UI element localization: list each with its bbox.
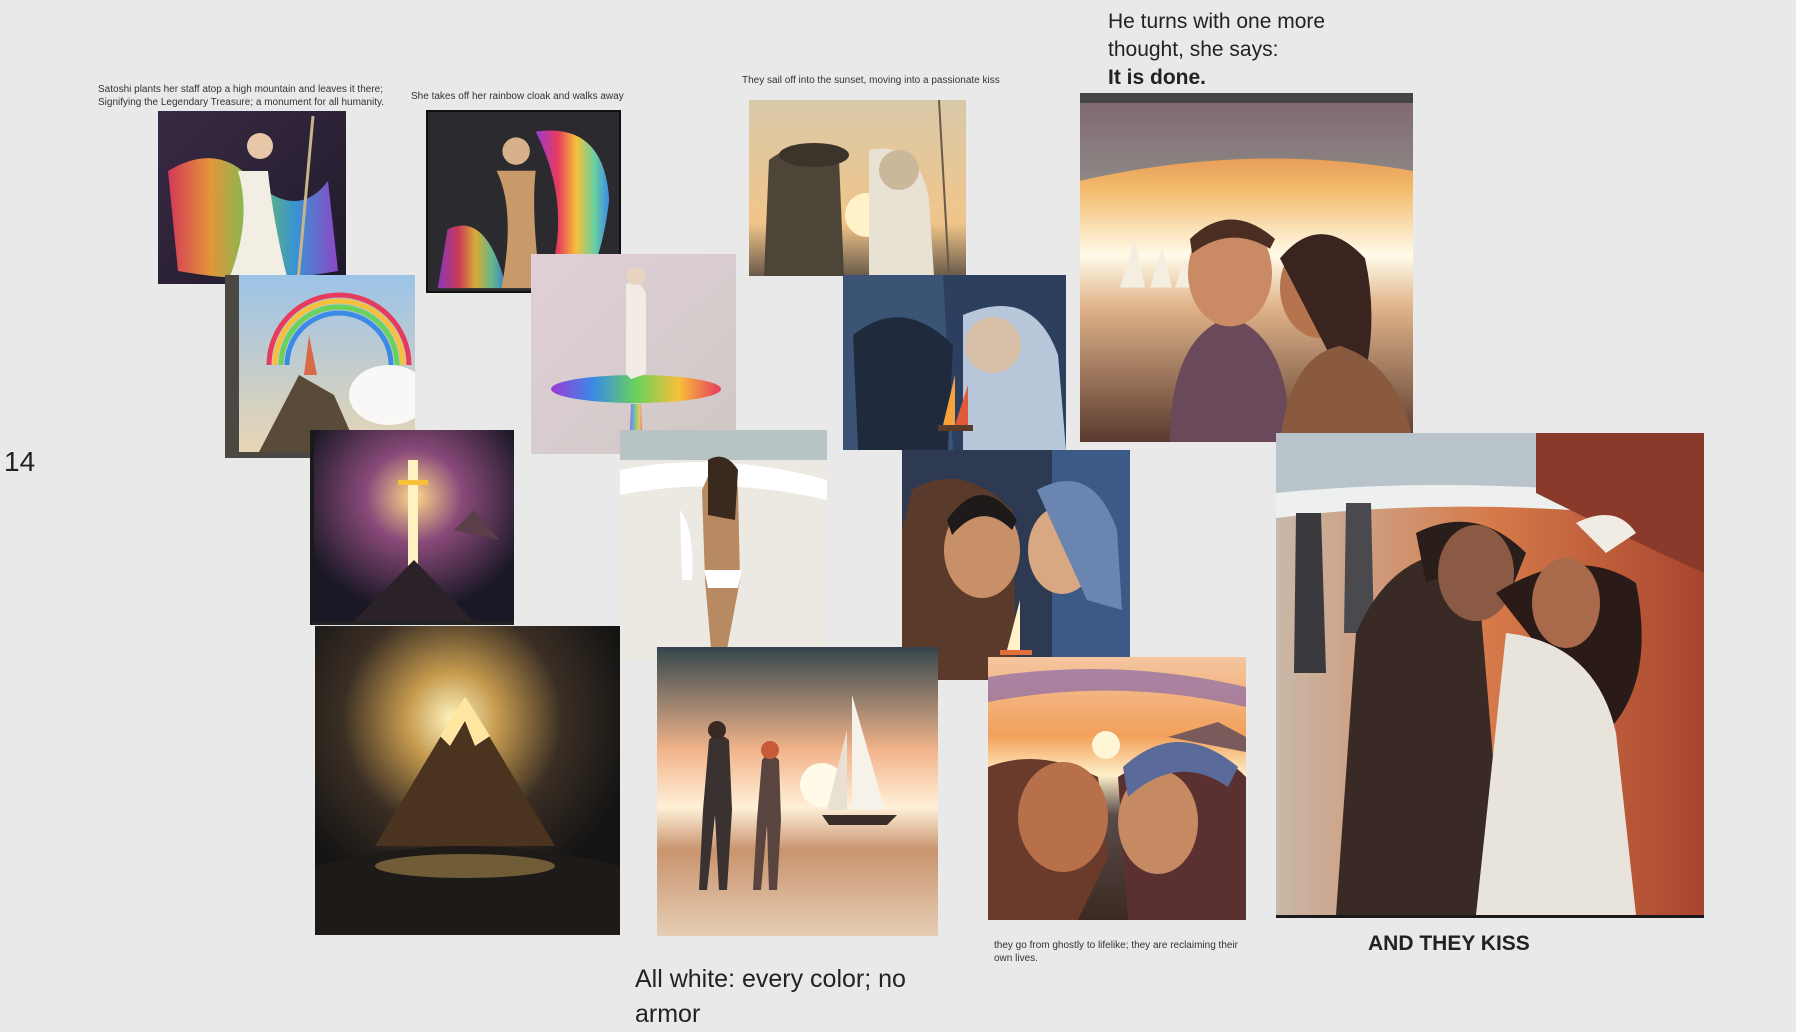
caption-ghostly: they go from ghostly to lifelike; they a… — [994, 940, 1238, 964]
caption-kiss: AND THEY KISS — [1368, 932, 1530, 955]
caption-cloak: She takes off her rainbow cloak and walk… — [411, 91, 624, 102]
white-beach-walk-image — [620, 430, 827, 660]
sunset-forehead-couple-image — [988, 657, 1246, 920]
sailor-couple-sketch-image — [749, 100, 966, 276]
caption-done: It is done. — [1108, 66, 1207, 89]
caption-white: All white: every color; no armor — [635, 965, 906, 1028]
couple-sunset-sailboat-image — [657, 647, 938, 936]
caption-sail: They sail off into the sunset, moving in… — [742, 75, 1000, 86]
beach-kiss-cheek-image — [1080, 93, 1413, 442]
caption-turns: He turns with one more thought, she says… — [1108, 8, 1368, 92]
couple-kiss-sailboat-image — [902, 450, 1130, 680]
sword-mountain-image — [310, 430, 514, 625]
rainbow-puddle-walk-image — [531, 254, 736, 454]
caption-turns-line1: He turns with one more — [1108, 10, 1326, 33]
caption-turns-line2: thought, she says: — [1108, 38, 1279, 61]
crowd-kiss-image — [1276, 433, 1704, 918]
caption-staff: Satoshi plants her staff atop a high mou… — [98, 84, 385, 108]
page-number: 14 — [4, 446, 36, 477]
rainbow-cloak-staff-image — [158, 111, 346, 284]
glowing-mountain-image — [315, 626, 620, 935]
pirate-couple-sailboat-image — [843, 275, 1066, 450]
